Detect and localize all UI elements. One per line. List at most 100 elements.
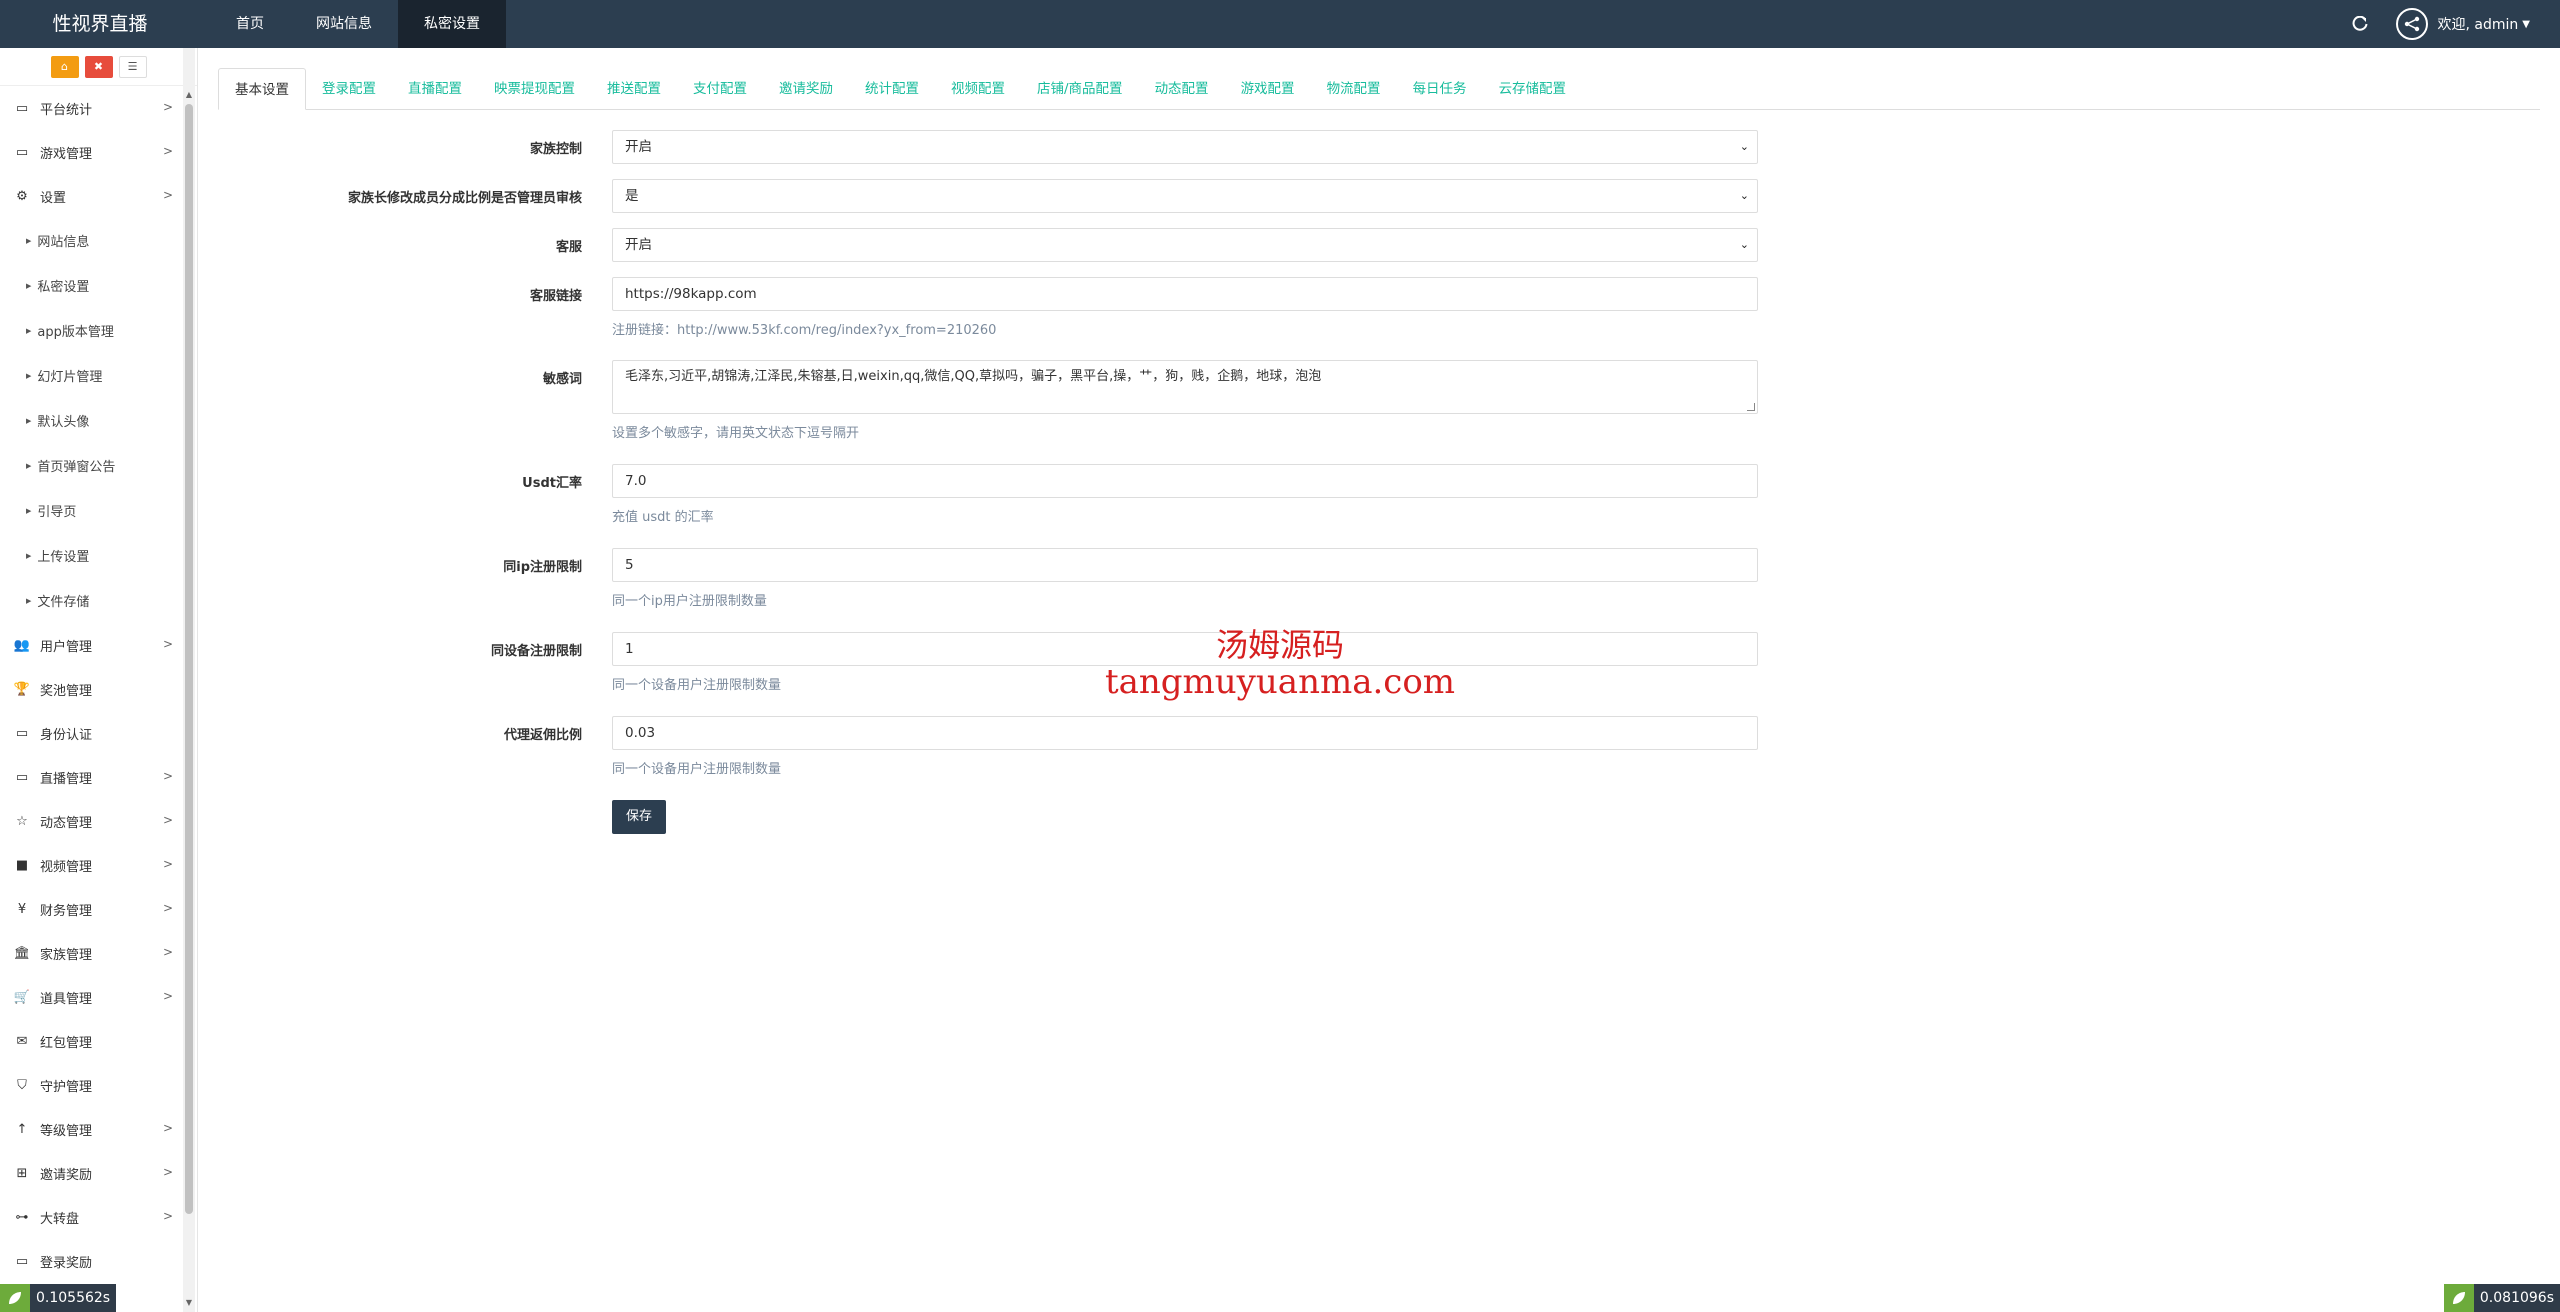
- family-control-select[interactable]: 开启 ⌄: [612, 130, 1758, 164]
- trophy-icon: 🏆: [13, 681, 31, 697]
- resize-handle[interactable]: [1747, 403, 1755, 411]
- help-sensitive: 设置多个敏感字，请用英文状态下逗号隔开: [612, 426, 860, 441]
- user-menu[interactable]: 欢迎, admin: [2438, 14, 2519, 34]
- cogs-icon: ⚙: [16, 188, 28, 204]
- tab-live[interactable]: 直播配置: [392, 68, 478, 110]
- caret-right-icon: ▶: [26, 461, 32, 470]
- scroll-up-icon[interactable]: ▲: [183, 90, 195, 102]
- sidebar-item-settings[interactable]: ⚙ 设置 >: [0, 174, 197, 218]
- usdt-input[interactable]: 7.0: [612, 464, 1758, 498]
- sidebar-item-live[interactable]: ▭ 直播管理 >: [0, 755, 197, 799]
- sidebar-item-props[interactable]: 🛒 道具管理 >: [0, 975, 197, 1019]
- debug-timer-left[interactable]: 0.105562s: [0, 1284, 117, 1312]
- sidebar-item-video[interactable]: ■ 视频管理 >: [0, 843, 197, 887]
- service-select[interactable]: 开启 ⌄: [612, 228, 1758, 262]
- sidebar-sub-default-avatar[interactable]: ▶ 默认头像: [0, 398, 197, 443]
- caret-right-icon: ▶: [26, 551, 32, 560]
- tab-withdraw[interactable]: 映票提现配置: [478, 68, 591, 110]
- sidebar-sub-private-settings[interactable]: ▶ 私密设置: [0, 263, 197, 308]
- sidebar-item-dynamics[interactable]: ☆ 动态管理 >: [0, 799, 197, 843]
- sidebar-sub-guide-page[interactable]: ▶ 引导页: [0, 488, 197, 533]
- label-device-limit: 同设备注册限制: [490, 644, 582, 659]
- chevron-right-icon: >: [162, 769, 173, 783]
- chevron-right-icon: >: [162, 813, 173, 827]
- chevron-right-icon: >: [162, 857, 173, 871]
- chevron-right-icon: >: [162, 1165, 173, 1179]
- tab-video[interactable]: 视频配置: [935, 68, 1021, 110]
- level-up-icon: ↑: [16, 1121, 28, 1137]
- sidebar-item-invite[interactable]: ⊞ 邀请奖励 >: [0, 1151, 197, 1195]
- tab-login[interactable]: 登录配置: [306, 68, 392, 110]
- sidebar-sub-site-info[interactable]: ▶ 网站信息: [0, 218, 197, 263]
- chevron-right-icon: >: [162, 188, 173, 202]
- caret-down-icon[interactable]: ▼: [2522, 19, 2530, 30]
- tab-daily-tasks[interactable]: 每日任务: [1397, 68, 1483, 110]
- agent-rate-input[interactable]: 0.03: [612, 716, 1758, 750]
- tab-invite[interactable]: 邀请奖励: [763, 68, 849, 110]
- sidebar-sub-slides[interactable]: ▶ 幻灯片管理: [0, 353, 197, 398]
- top-nav-private-settings[interactable]: 私密设置: [398, 0, 506, 48]
- tab-basic[interactable]: 基本设置: [218, 68, 306, 110]
- monitor-icon: ▭: [15, 769, 29, 785]
- scrollbar-thumb[interactable]: [185, 104, 193, 1214]
- sidebar-item-login-reward[interactable]: ▭ 登录奖励: [0, 1239, 197, 1283]
- label-family-review: 家族长修改成员分成比例是否管理员审核: [347, 191, 582, 206]
- trash-icon[interactable]: ✖: [84, 55, 113, 78]
- refresh-icon[interactable]: [2346, 10, 2374, 38]
- sidebar-item-finance[interactable]: ¥ 财务管理 >: [0, 887, 197, 931]
- home-icon[interactable]: ⌂: [50, 55, 79, 78]
- service-link-input[interactable]: https://98kapp.com: [612, 277, 1758, 311]
- sidebar-item-game-management[interactable]: ▭ 游戏管理 >: [0, 130, 197, 174]
- yen-icon: ¥: [17, 901, 27, 917]
- help-usdt: 充值 usdt 的汇率: [612, 510, 714, 525]
- list-icon[interactable]: ☰: [118, 55, 147, 78]
- sidebar-item-users[interactable]: 👥 用户管理 >: [0, 623, 197, 667]
- sidebar-item-guard[interactable]: ⛉ 守护管理: [0, 1063, 197, 1107]
- caret-right-icon: ▶: [26, 281, 32, 290]
- chevron-down-icon: ⌄: [1739, 189, 1749, 202]
- sidebar-scrollbar[interactable]: ▲ ▼: [183, 48, 195, 1312]
- tab-shop[interactable]: 店铺/商品配置: [1021, 68, 1139, 110]
- tab-payment[interactable]: 支付配置: [677, 68, 763, 110]
- tab-cloud-storage[interactable]: 云存储配置: [1483, 68, 1583, 110]
- chevron-right-icon: >: [162, 1209, 173, 1223]
- sidebar-item-wheel[interactable]: ⊶ 大转盘 >: [0, 1195, 197, 1239]
- help-service-link: 注册链接：http://www.53kf.com/reg/index?yx_fr…: [612, 323, 997, 338]
- sidebar: ⌂ ✖ ☰ ▭ 平台统计 > ▭ 游戏管理 > ⚙ 设置 > ▶ 网站信息 ▶ 私密设置 ▶ ap…: [0, 48, 198, 1312]
- star-icon: ☆: [16, 813, 28, 829]
- sidebar-item-level[interactable]: ↑ 等级管理 >: [0, 1107, 197, 1151]
- sidebar-item-prize-pool[interactable]: 🏆 奖池管理: [0, 667, 197, 711]
- tab-game[interactable]: 游戏配置: [1225, 68, 1311, 110]
- tab-logistics[interactable]: 物流配置: [1311, 68, 1397, 110]
- video-icon: ■: [15, 857, 29, 873]
- family-review-select[interactable]: 是 ⌄: [612, 179, 1758, 213]
- save-button[interactable]: 保存: [612, 800, 666, 834]
- sidebar-sub-app-version[interactable]: ▶ app版本管理: [0, 308, 197, 353]
- sidebar-item-family[interactable]: 🏛 家族管理 >: [0, 931, 197, 975]
- help-device-limit: 同一个设备用户注册限制数量: [612, 678, 782, 693]
- top-navbar: 性视界直播 首页 网站信息 私密设置 欢迎, admin ▼: [0, 0, 2560, 48]
- brand-logo[interactable]: 性视界直播: [0, 0, 200, 48]
- envelope-icon: ✉: [16, 1033, 28, 1049]
- top-nav-site-info[interactable]: 网站信息: [290, 0, 398, 48]
- chevron-right-icon: >: [162, 1121, 173, 1135]
- top-nav-home[interactable]: 首页: [210, 0, 290, 48]
- ip-limit-input[interactable]: 5: [612, 548, 1758, 582]
- label-service: 客服: [555, 240, 582, 255]
- shield-icon: ⛉: [17, 1077, 27, 1093]
- sidebar-item-platform-stats[interactable]: ▭ 平台统计 >: [0, 86, 197, 130]
- scroll-down-icon[interactable]: ▼: [183, 1298, 195, 1310]
- sidebar-sub-file-storage[interactable]: ▶ 文件存储: [0, 578, 197, 623]
- sensitive-textarea[interactable]: 毛泽东,习近平,胡锦涛,江泽民,朱镕基,日,weixin,qq,微信,QQ,草拟…: [612, 360, 1758, 414]
- tab-push[interactable]: 推送配置: [591, 68, 677, 110]
- sidebar-item-identity[interactable]: ▭ 身份认证: [0, 711, 197, 755]
- sidebar-sub-popup-notice[interactable]: ▶ 首页弹窗公告: [0, 443, 197, 488]
- debug-timer-right[interactable]: 0.081096s: [2443, 1284, 2560, 1312]
- avatar[interactable]: [2395, 8, 2428, 40]
- sidebar-item-red-packet[interactable]: ✉ 红包管理: [0, 1019, 197, 1063]
- tab-dynamics[interactable]: 动态配置: [1139, 68, 1225, 110]
- tab-stats[interactable]: 统计配置: [849, 68, 935, 110]
- top-right-tools: 欢迎, admin ▼: [2346, 0, 2530, 48]
- help-agent-rate: 同一个设备用户注册限制数量: [612, 762, 782, 777]
- sidebar-sub-upload-settings[interactable]: ▶ 上传设置: [0, 533, 197, 578]
